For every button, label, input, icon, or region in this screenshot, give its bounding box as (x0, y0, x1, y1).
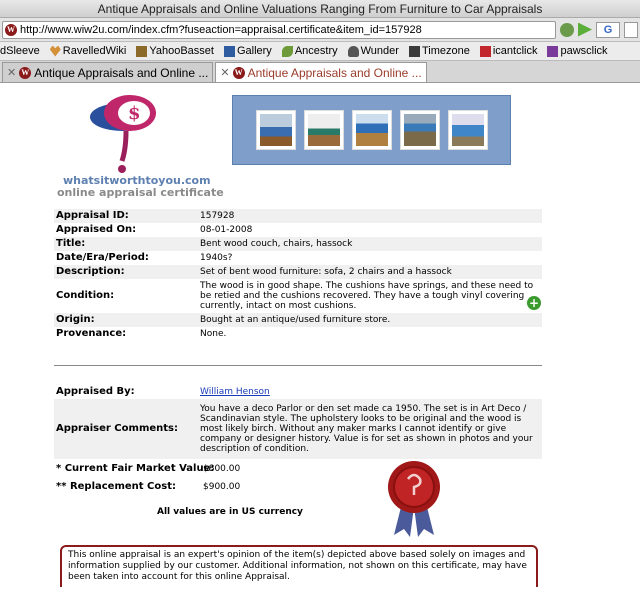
table-row: Origin: Bought at an antique/used furnitu… (54, 313, 542, 327)
photo-gallery (232, 95, 511, 165)
navigation-bar: W http://www.wiw2u.com/index.cfm?fuseact… (0, 18, 640, 42)
window-title: Antique Appraisals and Online Valuations… (0, 0, 640, 18)
thumbnail-3[interactable] (351, 110, 392, 150)
page-content: $ whatsitworthtoyou.com online appraisal… (0, 83, 640, 587)
appraisal-id-value: 157928 (198, 209, 542, 223)
close-icon[interactable]: ✕ (7, 66, 16, 79)
svg-text:$: $ (128, 103, 141, 124)
table-row: Condition: The wood is in good shape. The… (54, 279, 542, 313)
site-favicon-icon: W (19, 66, 32, 79)
add-icon[interactable]: + (527, 296, 541, 310)
thumbnail-1[interactable] (255, 110, 296, 150)
seal-icon (388, 461, 440, 537)
bookmarks-bar: dSleeve RavelledWiki YahooBasset Gallery… (0, 42, 640, 61)
bookmark-wunder[interactable]: Wunder (347, 45, 399, 57)
heart-icon (49, 45, 61, 57)
bookmark-yahoobasset[interactable]: YahooBasset (136, 45, 214, 57)
description-value: Set of bent wood furniture: sofa, 2 chai… (198, 265, 542, 279)
replacement-cost-label: ** Replacement Cost: (56, 481, 176, 492)
yahoo-icon (136, 45, 148, 57)
table-row: Appraisal ID: 157928 (54, 209, 542, 223)
tab-1[interactable]: ✕ W Antique Appraisals and Online ... (2, 62, 214, 82)
url-field[interactable]: W http://www.wiw2u.com/index.cfm?fuseact… (2, 20, 556, 39)
url-text: http://www.wiw2u.com/index.cfm?fuseactio… (20, 23, 422, 36)
time-icon (408, 45, 420, 57)
disclaimer-box: This online appraisal is an expert's opi… (60, 545, 538, 587)
m-icon (479, 45, 491, 57)
origin-value: Bought at an antique/used furniture stor… (198, 313, 542, 327)
bookmark-ancestry[interactable]: Ancestry (281, 45, 338, 57)
leaf-icon (281, 45, 293, 57)
search-field[interactable] (624, 21, 638, 38)
bookmark-ravelledwiki[interactable]: RavelledWiki (49, 45, 126, 57)
table-row: Appraised By: William Henson (56, 386, 270, 398)
thumbnail-5[interactable] (447, 110, 488, 150)
thumbnail-2[interactable] (303, 110, 344, 150)
table-row: Date/Era/Period: 1940s? (54, 251, 542, 265)
table-row: Appraised On: 08-01-2008 (54, 223, 542, 237)
table-row: Title: Bent wood couch, chairs, hassock (54, 237, 542, 251)
bookmark-gallery[interactable]: Gallery (223, 45, 272, 57)
thumbnail-4[interactable] (399, 110, 440, 150)
replacement-cost-value: $900.00 (203, 482, 241, 492)
appraiser-comments-value: You have a deco Parlor or den set made c… (198, 399, 542, 459)
condition-value: The wood is in good shape. The cushions … (200, 281, 534, 311)
bookmark-dsleeve[interactable]: dSleeve (0, 45, 40, 57)
table-row: Description: Set of bent wood furniture: … (54, 265, 542, 279)
site-favicon-icon: W (232, 66, 245, 79)
appraiser-table: Appraised By: William Henson Appraiser Co… (54, 385, 542, 459)
paw-icon (547, 45, 559, 57)
go-icon[interactable] (578, 22, 592, 37)
table-row: Provenance: None. (54, 327, 542, 341)
tab-2-active[interactable]: ✕ W Antique Appraisals and Online ... (215, 62, 427, 82)
close-icon[interactable]: ✕ (220, 66, 229, 79)
fair-market-value: $800.00 (203, 464, 241, 474)
site-favicon-icon: W (5, 23, 17, 36)
title-value: Bent wood couch, chairs, hassock (198, 237, 542, 251)
gallery-icon (223, 45, 235, 57)
cloud-icon (347, 45, 359, 57)
fair-market-value-label: * Current Fair Market Value: (56, 463, 215, 474)
appraisal-info-table: Appraisal ID: 157928 Appraised On: 08-01-2… (54, 209, 542, 341)
divider (54, 365, 542, 366)
bookmark-timezone[interactable]: Timezone (408, 45, 470, 57)
appraised-on-value: 08-01-2008 (200, 225, 253, 235)
provenance-value: None. (200, 329, 227, 339)
table-row: Appraiser Comments: You have a deco Parlo… (54, 399, 542, 459)
bookmark-icantclick[interactable]: icantclick (479, 45, 537, 57)
add-bookmark-icon[interactable] (560, 22, 574, 37)
bookmark-pawsclick[interactable]: pawsclick (547, 45, 608, 57)
appraiser-link[interactable]: William Henson (200, 387, 270, 397)
tab-strip: ✕ W Antique Appraisals and Online ... ✕ … (0, 61, 640, 83)
period-value: 1940s? (200, 253, 233, 263)
site-subtitle: online appraisal certificate (57, 186, 224, 199)
currency-note: All values are in US currency (157, 507, 303, 517)
search-engine-icon[interactable]: G (596, 21, 620, 38)
